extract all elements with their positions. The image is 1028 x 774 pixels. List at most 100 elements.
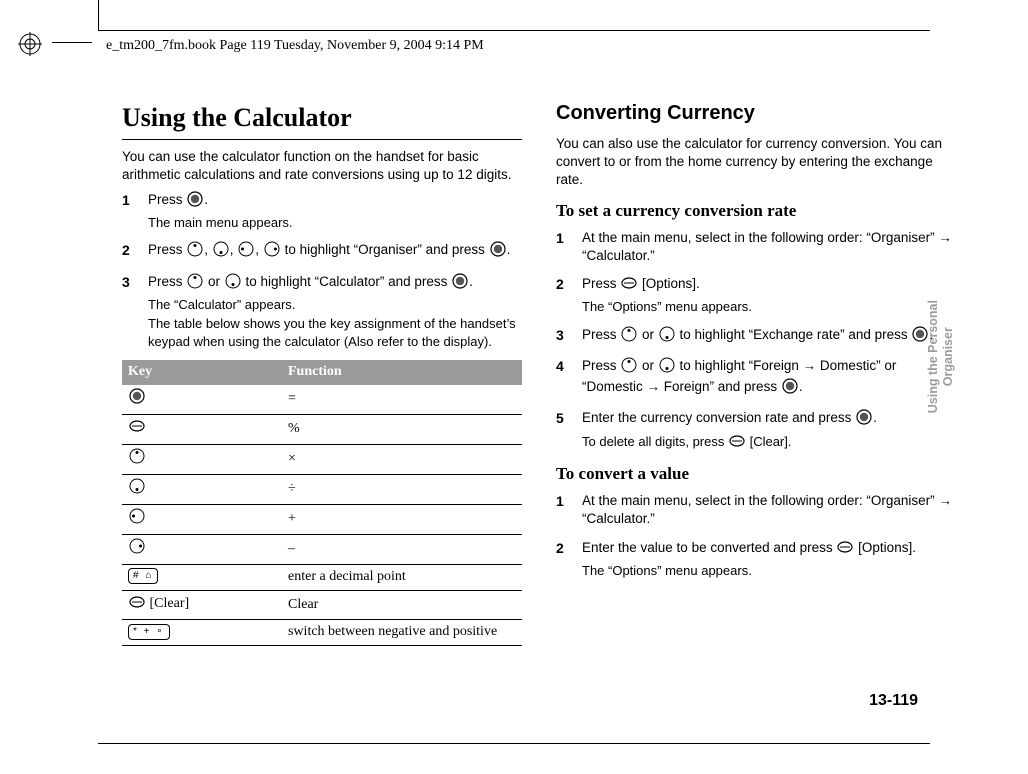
step-item: 2 Press [Options].The “Options” menu app…: [556, 275, 956, 316]
step-number: 5: [556, 409, 570, 453]
function-cell: Clear: [282, 590, 522, 620]
intro-text: You can use the calculator function on t…: [122, 148, 522, 184]
function-cell: –: [282, 534, 522, 564]
function-cell: switch between negative and positive: [282, 620, 522, 646]
key-cell: [122, 504, 282, 534]
key-function-table: Key Function = % × ÷ + – # ⌂: [122, 360, 522, 646]
table-header-key: Key: [122, 360, 282, 385]
step-body: Press .The main menu appears.: [148, 191, 522, 232]
intro-text: You can also use the calculator for curr…: [556, 135, 956, 190]
step-note: The “Options” menu appears.: [582, 562, 956, 580]
step-number: 2: [556, 539, 570, 580]
table-row: %: [122, 415, 522, 445]
page-number: 13-119: [869, 692, 918, 710]
center-key-icon: [129, 388, 145, 411]
page-frame: [98, 743, 930, 744]
step-item: 5 Enter the currency conversion rate and…: [556, 409, 956, 453]
function-cell: =: [282, 385, 522, 414]
right-key-icon: [264, 241, 280, 262]
center-key-icon: [187, 191, 203, 212]
left-key-icon: [129, 508, 145, 531]
left-key-icon: [238, 241, 254, 262]
down-key-icon: [659, 357, 675, 378]
key-cell: [122, 474, 282, 504]
step-note: The main menu appears.: [148, 214, 522, 232]
step-note: The “Options” menu appears.: [582, 298, 956, 316]
steps-list: 1 At the main menu, select in the follow…: [556, 492, 956, 579]
step-body: Press or to highlight “Exchange rate” an…: [582, 326, 956, 347]
step-number: 4: [556, 357, 570, 399]
down-key-icon: [225, 273, 241, 294]
subsection-heading: To convert a value: [556, 463, 956, 486]
key-cell: [122, 445, 282, 475]
steps-list: 1 At the main menu, select in the follow…: [556, 229, 956, 454]
step-number: 1: [556, 492, 570, 528]
function-cell: enter a decimal point: [282, 564, 522, 590]
table-row: [Clear] Clear: [122, 590, 522, 620]
page-title: Using the Calculator: [122, 100, 522, 140]
step-item: 3 Press or to highlight “Calculator” and…: [122, 273, 522, 351]
table-row: ×: [122, 445, 522, 475]
step-number: 2: [556, 275, 570, 316]
step-body: Enter the value to be converted and pres…: [582, 539, 956, 580]
step-body: Press or to highlight “Foreign → Domesti…: [582, 357, 956, 399]
table-row: =: [122, 385, 522, 414]
down-key-icon: [659, 326, 675, 347]
table-header-function: Function: [282, 360, 522, 385]
step-item: 3 Press or to highlight “Exchange rate” …: [556, 326, 956, 347]
up-key-icon: [621, 357, 637, 378]
step-item: 1 At the main menu, select in the follow…: [556, 492, 956, 528]
key-cell: # ⌂: [122, 564, 282, 590]
crop-mark: [52, 42, 92, 43]
step-item: 2 Press , , , to highlight “Organiser” a…: [122, 241, 522, 262]
step-note: The table below shows you the key assign…: [148, 315, 522, 350]
key-label: [Clear]: [150, 596, 190, 611]
table-row: # ⌂ enter a decimal point: [122, 564, 522, 590]
key-cell: * + ∘: [122, 620, 282, 646]
function-cell: ×: [282, 445, 522, 475]
table-row: –: [122, 534, 522, 564]
up-key-icon: [187, 273, 203, 294]
center-key-icon: [452, 273, 468, 294]
step-note: The “Calculator” appears.: [148, 296, 522, 314]
function-cell: +: [282, 504, 522, 534]
step-body: At the main menu, select in the followin…: [582, 229, 956, 265]
keycap-icon: * + ∘: [128, 624, 170, 640]
up-key-icon: [621, 326, 637, 347]
steps-list: 1 Press .The main menu appears. 2 Press ,…: [122, 191, 522, 351]
up-key-icon: [187, 241, 203, 262]
soft-key-icon: [129, 418, 145, 441]
section-heading: Converting Currency: [556, 100, 956, 127]
registration-mark-icon: [18, 32, 42, 56]
step-body: Enter the currency conversion rate and p…: [582, 409, 956, 453]
subsection-heading: To set a currency conversion rate: [556, 200, 956, 223]
soft-key-icon: [129, 594, 145, 617]
step-item: 4 Press or to highlight “Foreign → Domes…: [556, 357, 956, 399]
step-body: Press or to highlight “Calculator” and p…: [148, 273, 522, 351]
right-key-icon: [129, 538, 145, 561]
key-cell: [122, 385, 282, 414]
step-body: At the main menu, select in the followin…: [582, 492, 956, 528]
step-item: 1 Press .The main menu appears.: [122, 191, 522, 232]
crop-mark: [98, 0, 99, 30]
down-key-icon: [129, 478, 145, 501]
up-key-icon: [129, 448, 145, 471]
step-number: 2: [122, 241, 136, 262]
key-cell: [122, 534, 282, 564]
down-key-icon: [213, 241, 229, 262]
running-header: e_tm200_7fm.book Page 119 Tuesday, Novem…: [106, 38, 484, 54]
page-frame: [98, 30, 930, 31]
soft-key-icon: [729, 433, 745, 454]
step-note: To delete all digits, press [Clear].: [582, 433, 956, 454]
step-item: 1 At the main menu, select in the follow…: [556, 229, 956, 265]
step-body: Press [Options].The “Options” menu appea…: [582, 275, 956, 316]
step-number: 1: [556, 229, 570, 265]
center-key-icon: [782, 378, 798, 399]
step-number: 3: [122, 273, 136, 351]
center-key-icon: [856, 409, 872, 430]
key-cell: [122, 415, 282, 445]
function-cell: ÷: [282, 474, 522, 504]
function-cell: %: [282, 415, 522, 445]
keycap-icon: # ⌂: [128, 568, 158, 584]
key-cell: [Clear]: [122, 590, 282, 620]
